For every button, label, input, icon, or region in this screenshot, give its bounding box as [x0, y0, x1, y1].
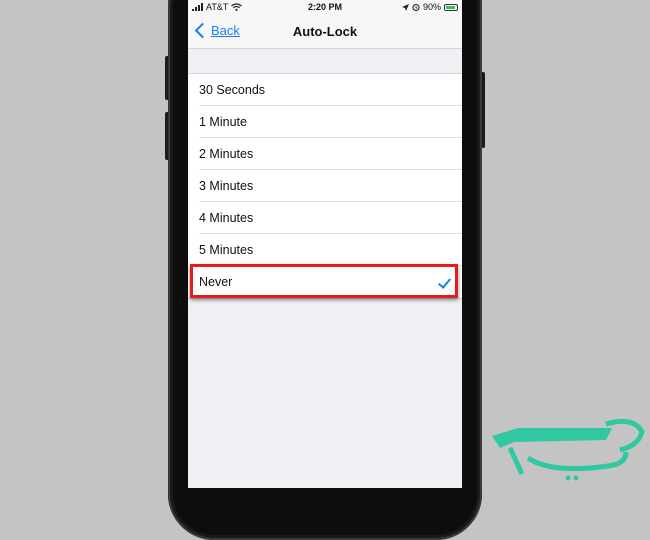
option-row[interactable]: 5 Minutes	[188, 234, 462, 266]
navigation-bar: Back Auto-Lock	[188, 16, 462, 49]
option-label: 30 Seconds	[199, 83, 266, 97]
option-row[interactable]: 2 Minutes	[188, 138, 462, 170]
alarm-icon	[412, 3, 420, 11]
page-title: Auto-Lock	[292, 24, 358, 39]
option-label: 3 Minutes	[199, 179, 254, 193]
status-right: 90%	[401, 2, 458, 12]
option-label: 4 Minutes	[199, 211, 254, 225]
option-row[interactable]: Never	[188, 266, 462, 298]
option-row[interactable]: 4 Minutes	[188, 202, 462, 234]
battery-fill	[446, 5, 455, 9]
option-row[interactable]: 3 Minutes	[188, 170, 462, 202]
location-arrow-icon	[401, 3, 409, 11]
option-row[interactable]: 30 Seconds	[188, 74, 462, 106]
phone-screen: AT&T 2:20 PM 90% Back Auto-Lock 30 Secon…	[188, 0, 462, 488]
status-bar: AT&T 2:20 PM 90%	[188, 0, 462, 16]
option-label: 2 Minutes	[199, 147, 254, 161]
option-label: Never	[199, 275, 233, 289]
option-label: 5 Minutes	[199, 243, 254, 257]
battery-percent: 90%	[422, 2, 441, 12]
checkmark-icon	[437, 275, 452, 289]
auto-lock-options-list: 30 Seconds 1 Minute 2 Minutes 3 Minutes 4 Mi…	[188, 73, 462, 299]
option-row[interactable]: 1 Minute	[188, 106, 462, 138]
option-label: 1 Minute	[199, 115, 247, 129]
watermark-logo	[492, 418, 645, 481]
battery-icon	[444, 3, 458, 11]
